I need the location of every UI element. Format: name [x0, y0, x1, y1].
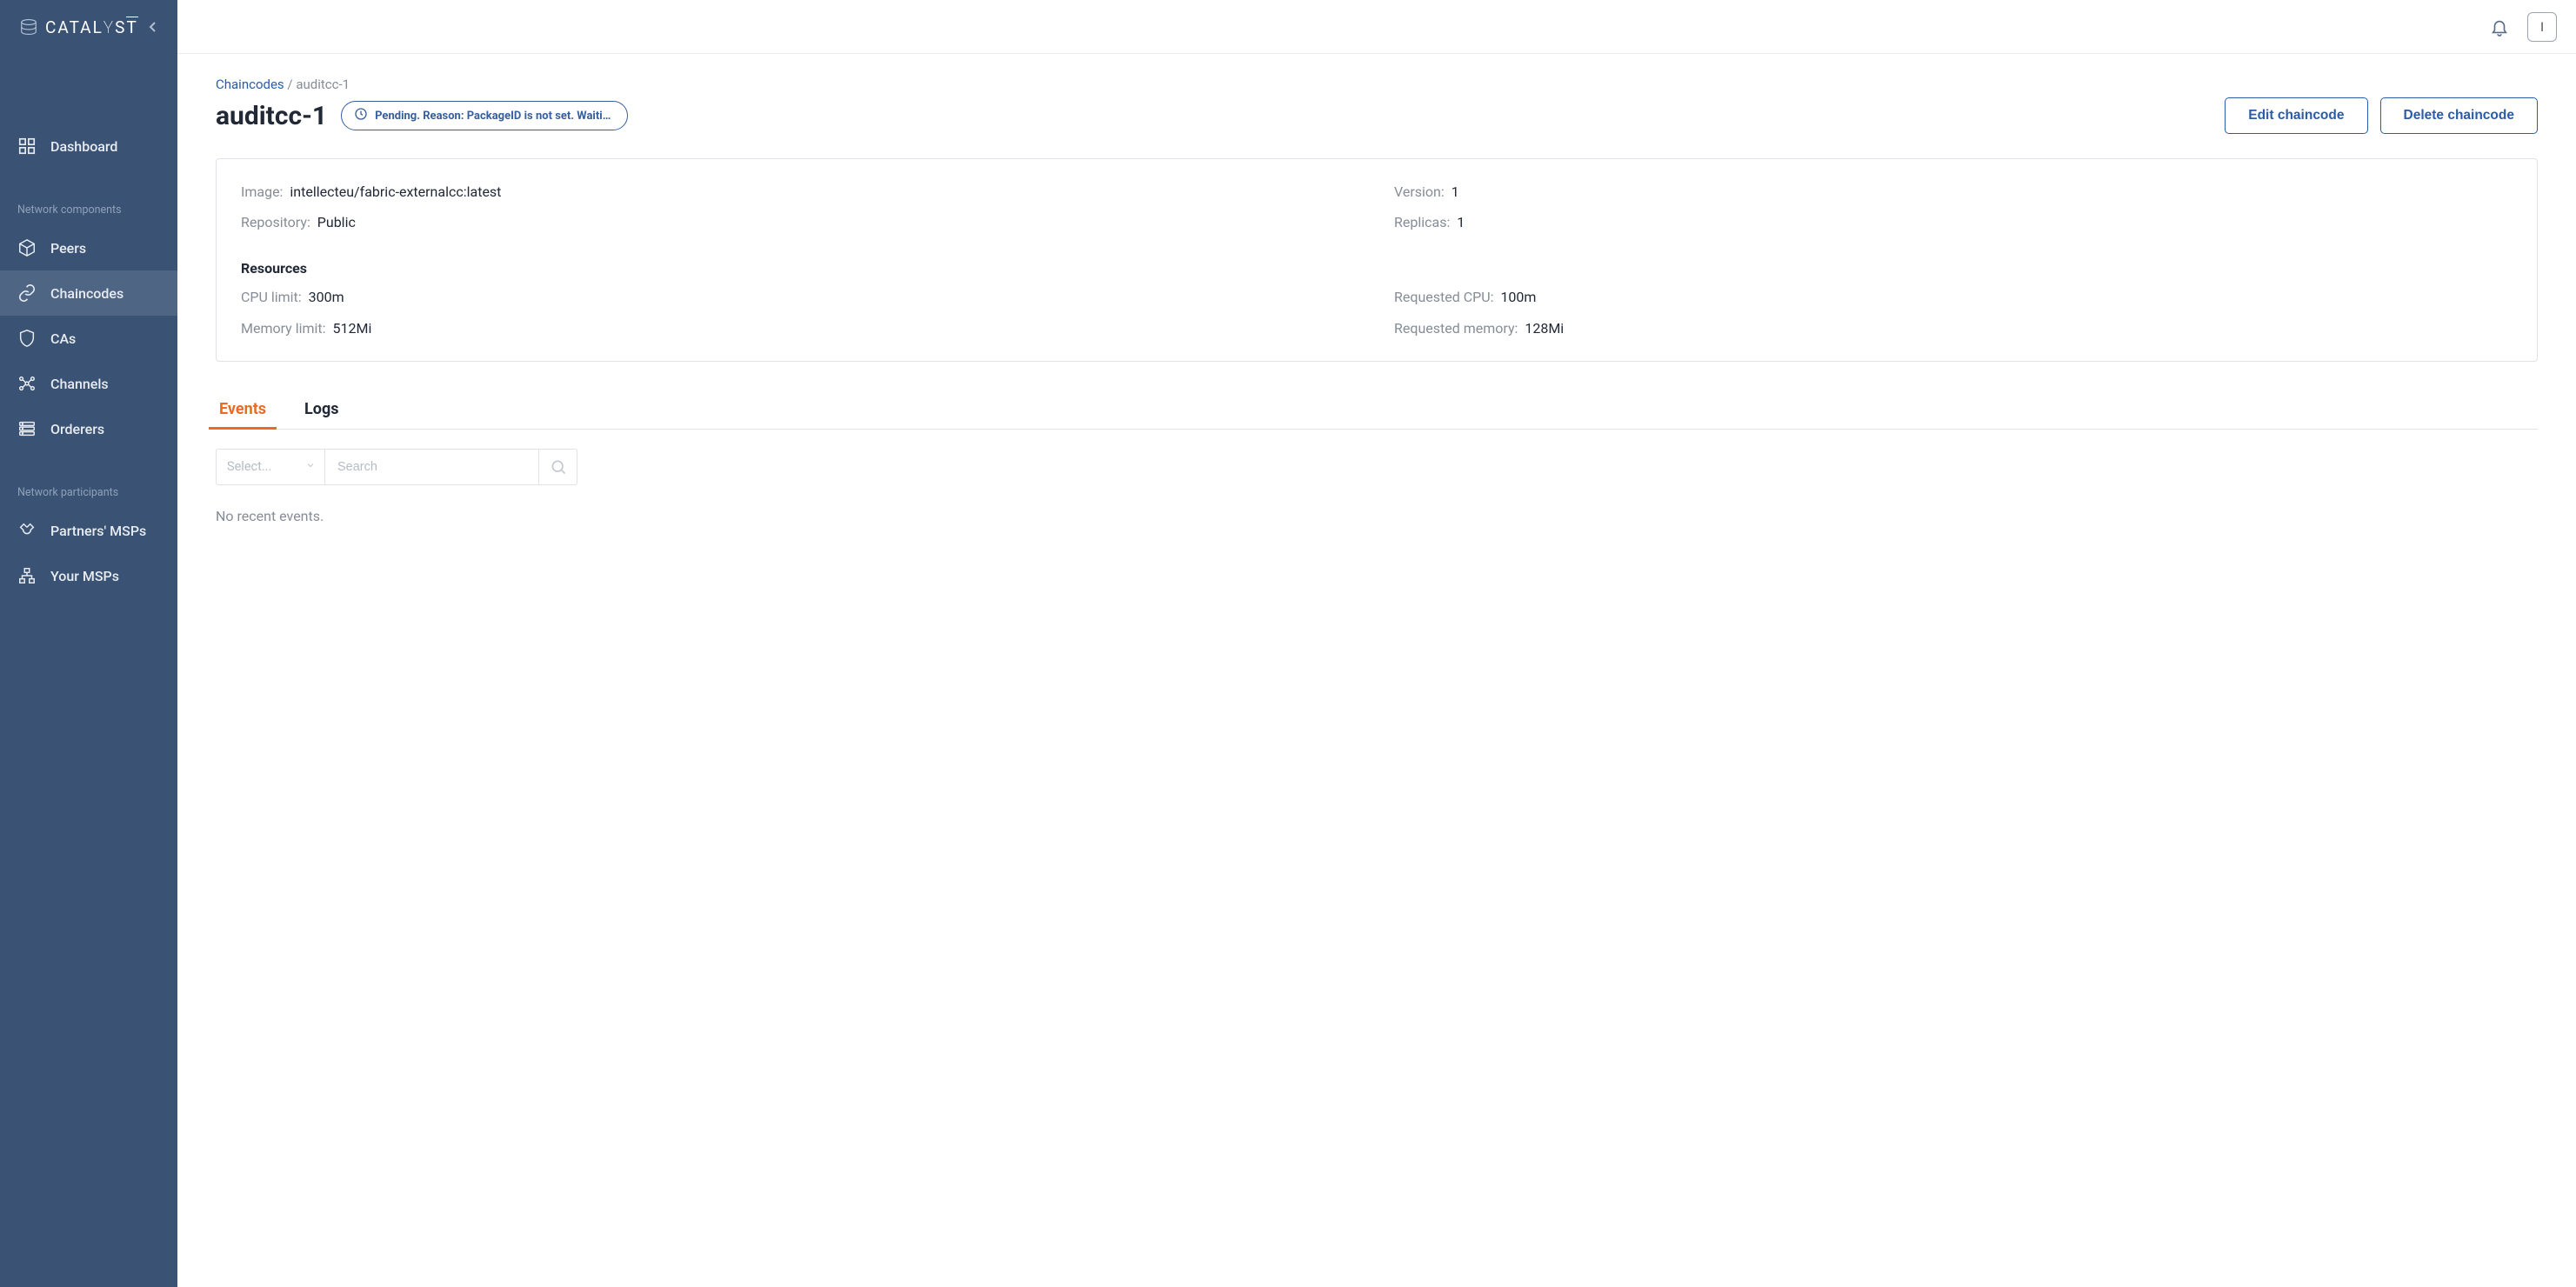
sidebar-item-channels[interactable]: Channels	[0, 361, 177, 406]
search-input[interactable]	[336, 459, 528, 475]
sidebar-item-label: Peers	[50, 240, 86, 257]
edit-chaincode-button[interactable]: Edit chaincode	[2225, 97, 2367, 134]
sidebar-item-chaincodes[interactable]: Chaincodes	[0, 270, 177, 316]
memory-limit-label: Memory limit:	[241, 320, 326, 337]
breadcrumb-separator: /	[287, 77, 296, 92]
requested-memory-label: Requested memory:	[1394, 320, 1518, 337]
filter-row: Select...	[216, 449, 2538, 485]
version-value: 1	[1452, 183, 1459, 200]
search-field-wrapper	[325, 449, 539, 485]
sidebar-item-label: Dashboard	[50, 138, 117, 155]
cube-icon	[17, 238, 37, 257]
clock-icon	[354, 107, 368, 124]
status-text: Pending. Reason: PackageID is not set. W…	[375, 110, 615, 123]
tabs: Events Logs	[216, 393, 2538, 430]
replicas-value: 1	[1457, 214, 1465, 230]
shield-icon	[17, 329, 37, 348]
notifications-button[interactable]	[2487, 15, 2512, 39]
filter-select-placeholder: Select...	[227, 459, 271, 474]
sidebar-item-label: Partners' MSPs	[50, 523, 146, 539]
sidebar-section-components: Network components	[0, 169, 177, 225]
resources-heading: Resources	[241, 260, 2513, 277]
sidebar-item-dashboard[interactable]: Dashboard	[0, 123, 177, 169]
requested-cpu-value: 100m	[1500, 289, 1536, 305]
page-title: auditcc-1	[216, 101, 327, 131]
sidebar-section-participants: Network participants	[0, 451, 177, 508]
sidebar-item-label: CAs	[50, 330, 76, 347]
dashboard-icon	[17, 137, 37, 156]
requested-cpu-label: Requested CPU:	[1394, 289, 1493, 305]
image-label: Image:	[241, 183, 283, 200]
cpu-limit-label: CPU limit:	[241, 289, 302, 305]
org-tree-icon	[17, 566, 37, 585]
delete-chaincode-button[interactable]: Delete chaincode	[2380, 97, 2539, 134]
servers-icon	[17, 419, 37, 438]
link-icon	[17, 283, 37, 303]
logo[interactable]: CATALYST	[19, 17, 138, 37]
handshake-icon	[17, 521, 37, 540]
sidebar-item-your-msps[interactable]: Your MSPs	[0, 553, 177, 598]
sidebar-item-cas[interactable]: CAs	[0, 316, 177, 361]
sidebar-item-label: Orderers	[50, 421, 104, 437]
events-empty-message: No recent events.	[216, 508, 2538, 524]
sidebar-item-label: Chaincodes	[50, 285, 123, 302]
sidebar: CATALYST Dashboard Network components	[0, 0, 177, 1287]
sidebar-item-peers[interactable]: Peers	[0, 225, 177, 270]
sidebar-header: CATALYST	[0, 0, 177, 54]
chevron-down-icon	[305, 459, 316, 474]
breadcrumb-root-link[interactable]: Chaincodes	[216, 77, 284, 92]
breadcrumb-current: auditcc-1	[296, 77, 350, 92]
version-label: Version:	[1394, 183, 1445, 200]
network-icon	[17, 374, 37, 393]
sidebar-item-orderers[interactable]: Orderers	[0, 406, 177, 451]
user-avatar[interactable]: I	[2527, 12, 2557, 42]
collapse-sidebar-button[interactable]	[143, 17, 164, 37]
repository-value: Public	[317, 214, 356, 230]
topbar: I	[177, 0, 2576, 54]
filter-select[interactable]: Select...	[216, 449, 325, 485]
image-value: intellecteu/fabric-externalcc:latest	[290, 183, 501, 200]
repository-label: Repository:	[241, 214, 310, 230]
logo-text: CATALYST	[45, 17, 138, 37]
info-card: Image: intellecteu/fabric-externalcc:lat…	[216, 158, 2538, 362]
memory-limit-value: 512Mi	[333, 320, 372, 337]
cpu-limit-value: 300m	[309, 289, 344, 305]
tab-events[interactable]: Events	[216, 393, 270, 429]
sidebar-item-label: Channels	[50, 376, 109, 392]
search-button[interactable]	[539, 449, 577, 485]
sidebar-item-partners-msps[interactable]: Partners' MSPs	[0, 508, 177, 553]
breadcrumb: Chaincodes / auditcc-1	[216, 77, 2538, 92]
logo-mark-icon	[19, 17, 38, 37]
sidebar-item-label: Your MSPs	[50, 568, 119, 584]
replicas-label: Replicas:	[1394, 214, 1450, 230]
tab-logs[interactable]: Logs	[301, 393, 342, 429]
requested-memory-value: 128Mi	[1525, 320, 1564, 337]
status-badge: Pending. Reason: PackageID is not set. W…	[341, 101, 628, 130]
